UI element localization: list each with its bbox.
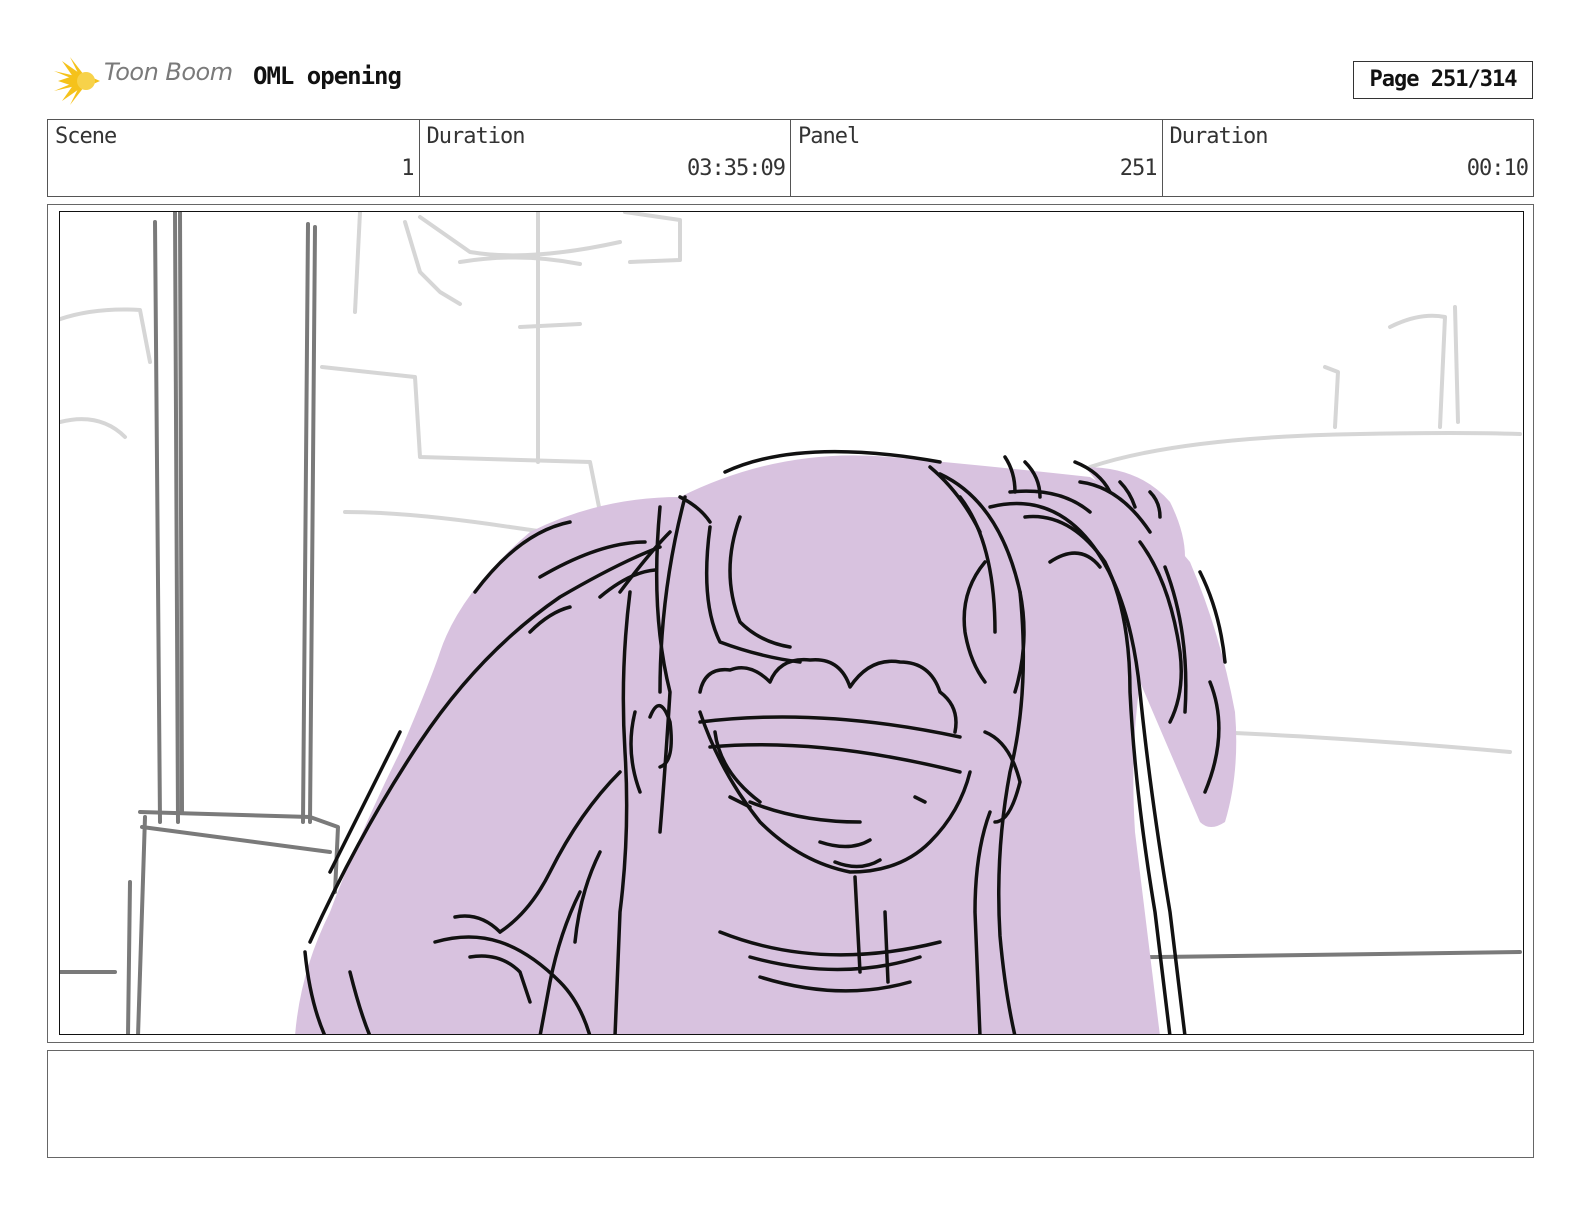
- project-title: OML opening: [253, 62, 402, 90]
- panel-duration-cell: Duration 00:10: [1163, 120, 1534, 196]
- panel-label: Panel: [798, 124, 860, 149]
- storyboard-drawing: [59, 211, 1524, 1035]
- toon-boom-logo: Toon Boom: [52, 55, 242, 107]
- scene-duration-cell: Duration 03:35:09: [420, 120, 791, 196]
- scene-duration-value: 03:35:09: [687, 156, 786, 181]
- scene-duration-label: Duration: [426, 124, 526, 149]
- scene-label: Scene: [55, 124, 117, 149]
- flare-icon: [54, 57, 100, 105]
- page-number: Page 251/314: [1353, 61, 1533, 99]
- panel-value: 251: [1119, 156, 1158, 181]
- scene-cell: Scene 1: [48, 120, 420, 196]
- scene-value: 1: [401, 156, 414, 181]
- panel-duration-value: 00:10: [1466, 156, 1529, 181]
- panel-info-table: Scene 1 Duration 03:35:09 Panel 251 Dura…: [47, 119, 1534, 197]
- panel-notes: [47, 1050, 1534, 1158]
- panel-duration-label: Duration: [1169, 124, 1269, 149]
- sketch-canvas: [60, 212, 1522, 1034]
- panel-cell: Panel 251: [791, 120, 1163, 196]
- logo-text: Toon Boom: [104, 58, 233, 86]
